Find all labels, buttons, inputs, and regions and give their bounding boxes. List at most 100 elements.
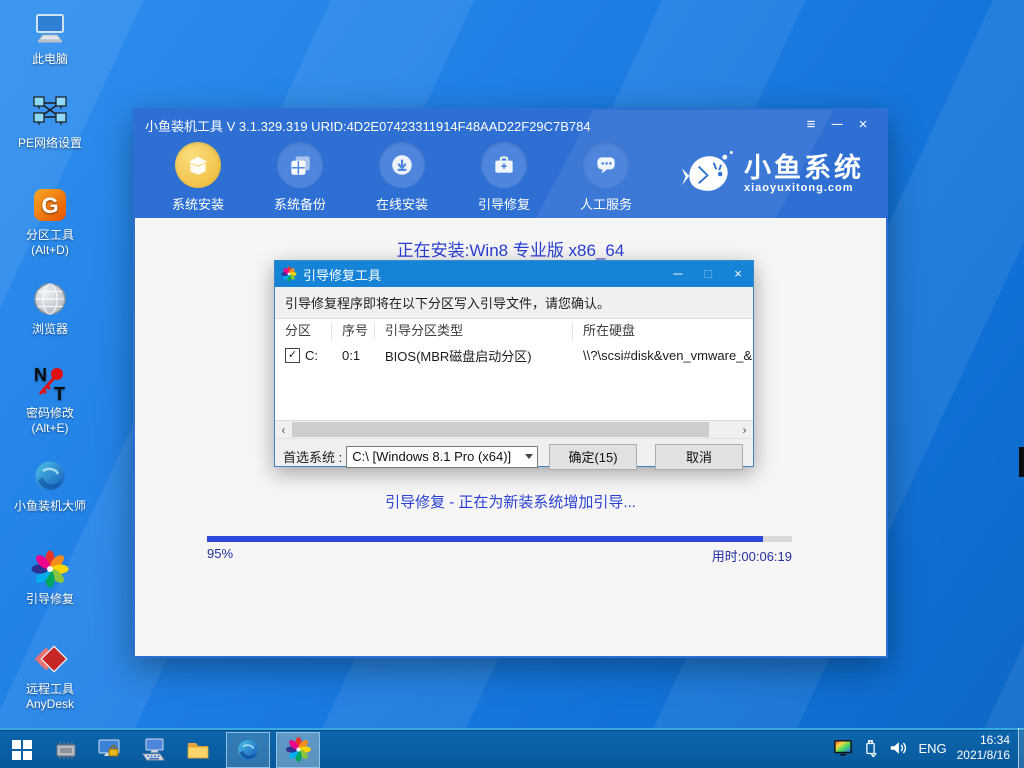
desktop-icon-partition-tool[interactable]: G 分区工具 (Alt+D) bbox=[0, 184, 100, 258]
elapsed-time: 用时:00:06:19 bbox=[712, 546, 792, 565]
partition-index: 0:1 bbox=[332, 348, 375, 363]
toolbox-icon bbox=[481, 142, 527, 188]
download-icon bbox=[379, 142, 425, 188]
desktop-icon-label: 密码修改 bbox=[0, 406, 100, 421]
horizontal-scrollbar[interactable]: ‹ › bbox=[275, 421, 753, 438]
taskbar-item-boot-repair[interactable] bbox=[276, 732, 320, 768]
desktop-icon-password[interactable]: NT 密码修改 (Alt+E) bbox=[0, 362, 100, 436]
taskbar: ENG 16:34 2021/8/16 bbox=[0, 728, 1024, 768]
desktop-icon-pe-network[interactable]: PE网络设置 bbox=[0, 92, 100, 151]
dialog-footer: 首选系统 : C:\ [Windows 8.1 Pro (x64)] 确定(15… bbox=[275, 438, 753, 474]
anydesk-diamond-icon bbox=[29, 638, 71, 680]
install-status-text: 正在安装:Win8 专业版 x86_64 bbox=[135, 236, 886, 261]
close-icon[interactable]: × bbox=[850, 112, 876, 138]
desktop-icon-label: 浏览器 bbox=[0, 322, 100, 337]
brand-logo: 小鱼系统 xiaoyuxitong.com bbox=[680, 146, 864, 202]
clock[interactable]: 16:34 2021/8/16 bbox=[957, 733, 1010, 763]
start-button[interactable] bbox=[0, 732, 44, 768]
desktop-icon-xiaoyu-master[interactable]: 小鱼装机大师 bbox=[0, 455, 100, 514]
taskbar-item-file-explorer[interactable] bbox=[176, 732, 220, 768]
install-box-icon bbox=[175, 142, 221, 188]
network-icon bbox=[29, 92, 71, 134]
dialog-titlebar: 引导修复工具 ─ □ × bbox=[275, 261, 753, 287]
desktop-icon-boot-repair[interactable]: 引导修复 bbox=[0, 548, 100, 607]
desktop-icon-label2: (Alt+E) bbox=[0, 421, 100, 436]
progress-bar bbox=[207, 536, 792, 542]
pinwheel-icon bbox=[29, 548, 71, 590]
clock-date: 2021/8/16 bbox=[957, 748, 1010, 763]
preferred-system-select[interactable]: C:\ [Windows 8.1 Pro (x64)] bbox=[346, 446, 538, 468]
preferred-system-label: 首选系统 : bbox=[283, 447, 342, 466]
browser-globe-icon bbox=[29, 278, 71, 320]
desktop-icon-browser[interactable]: 浏览器 bbox=[0, 278, 100, 337]
pinwheel-icon bbox=[281, 266, 297, 282]
show-desktop-button[interactable] bbox=[1018, 728, 1024, 768]
toolbar-item-boot-repair[interactable]: 引导修复 bbox=[471, 142, 537, 213]
dialog-title: 引导修复工具 bbox=[303, 265, 663, 284]
xiaoyu-swirl-icon bbox=[29, 455, 71, 497]
usb-device-icon[interactable] bbox=[863, 738, 878, 758]
taskbar-item-browser[interactable] bbox=[226, 732, 270, 768]
chevron-down-icon bbox=[521, 454, 537, 459]
cancel-button[interactable]: 取消 bbox=[655, 444, 743, 470]
clock-time: 16:34 bbox=[957, 733, 1010, 748]
boot-repair-dialog: 引导修复工具 ─ □ × 引导修复程序即将在以下分区写入引导文件，请您确认。 分… bbox=[274, 260, 754, 467]
window-title: 小鱼装机工具 V 3.1.329.319 URID:4D2E0742331191… bbox=[145, 116, 798, 135]
desktop-icon-label2: AnyDesk bbox=[0, 697, 100, 712]
brand-url: xiaoyuxitong.com bbox=[744, 182, 864, 194]
speaker-icon[interactable] bbox=[888, 739, 908, 757]
toolbar-item-online-install[interactable]: 在线安装 bbox=[369, 142, 435, 213]
desktop-icon-label: 此电脑 bbox=[0, 52, 100, 67]
desktop-icon-label: PE网络设置 bbox=[0, 136, 100, 151]
taskbar-item-keyboard-tool[interactable] bbox=[132, 732, 176, 768]
folder-icon bbox=[184, 736, 212, 764]
dialog-maximize-icon[interactable]: □ bbox=[693, 261, 723, 287]
memory-chip-icon bbox=[52, 736, 80, 764]
partition-disk: \\?\scsi#disk&ven_vmware_& bbox=[573, 348, 753, 363]
desktop-icon-label: 引导修复 bbox=[0, 592, 100, 607]
desktop-icon-label: 小鱼装机大师 bbox=[0, 499, 100, 514]
minimize-icon[interactable]: ─ bbox=[824, 112, 850, 138]
scrollbar-thumb[interactable] bbox=[292, 422, 709, 437]
edge-swirl-icon bbox=[235, 737, 261, 763]
progress-fill bbox=[207, 536, 763, 542]
svg-text:T: T bbox=[54, 384, 65, 403]
partition-checkbox[interactable]: ✓ bbox=[285, 348, 300, 363]
partition-name: C: bbox=[305, 348, 318, 363]
desktop-icon-anydesk[interactable]: 远程工具 AnyDesk bbox=[0, 638, 100, 712]
col-disk: 所在硬盘 bbox=[573, 322, 753, 340]
computer-icon bbox=[29, 8, 71, 50]
col-index: 序号 bbox=[332, 322, 375, 340]
table-row[interactable]: ✓ C: 0:1 BIOS(MBR磁盘启动分区) \\?\scsi#disk&v… bbox=[275, 343, 753, 367]
table-header-row: 分区 序号 引导分区类型 所在硬盘 bbox=[275, 319, 753, 343]
diskgenius-icon: G bbox=[29, 184, 71, 226]
brand-name: 小鱼系统 bbox=[744, 154, 864, 182]
ok-button[interactable]: 确定(15) bbox=[549, 444, 637, 470]
keyboard-monitor-icon bbox=[140, 736, 168, 764]
svg-text:G: G bbox=[41, 193, 58, 218]
toolbar-item-system-backup[interactable]: 系统备份 bbox=[267, 142, 333, 213]
partition-table: 分区 序号 引导分区类型 所在硬盘 ✓ C: 0:1 BIOS(MBR磁盘启动分… bbox=[275, 318, 753, 421]
partition-type: BIOS(MBR磁盘启动分区) bbox=[375, 346, 573, 365]
boot-status-text: 引导修复 - 正在为新装系统增加引导... bbox=[135, 491, 886, 512]
system-tray: ENG 16:34 2021/8/16 bbox=[833, 733, 1018, 763]
desktop-icon-label2: (Alt+D) bbox=[0, 243, 100, 258]
toolbar-item-human-service[interactable]: 人工服务 bbox=[573, 142, 639, 213]
desktop-icon-this-pc[interactable]: 此电脑 bbox=[0, 8, 100, 67]
nt-password-key-icon: NT bbox=[29, 362, 71, 404]
windows-logo-icon bbox=[12, 740, 32, 760]
language-indicator[interactable]: ENG bbox=[918, 741, 946, 756]
scroll-right-icon[interactable]: › bbox=[736, 423, 753, 437]
screen-edge-artifact bbox=[1019, 447, 1024, 477]
taskbar-item-pc-lock-tool[interactable] bbox=[88, 732, 132, 768]
desktop-icon-label: 分区工具 bbox=[0, 228, 100, 243]
taskbar-item-memory-tool[interactable] bbox=[44, 732, 88, 768]
toolbar-item-system-install[interactable]: 系统安装 bbox=[165, 142, 231, 213]
menu-icon[interactable]: ≡ bbox=[798, 112, 824, 138]
dialog-minimize-icon[interactable]: ─ bbox=[663, 261, 693, 287]
dialog-close-icon[interactable]: × bbox=[723, 261, 753, 287]
chat-bubble-icon bbox=[583, 142, 629, 188]
svg-text:N: N bbox=[34, 365, 47, 385]
scroll-left-icon[interactable]: ‹ bbox=[275, 423, 292, 437]
display-settings-icon[interactable] bbox=[833, 739, 853, 757]
